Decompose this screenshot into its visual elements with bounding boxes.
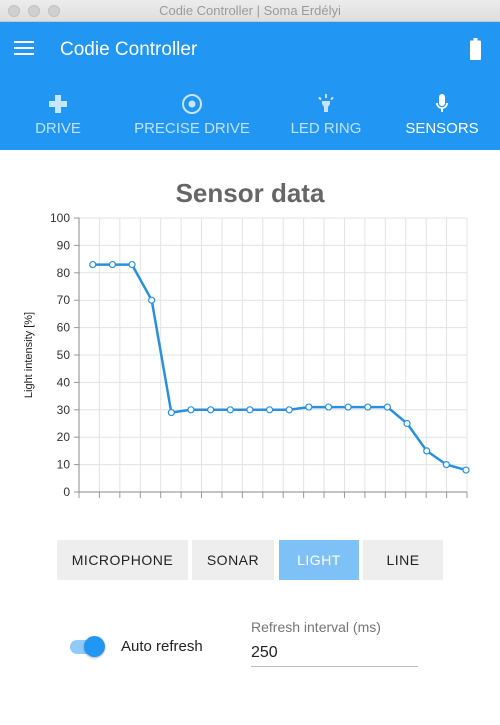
data-point <box>305 403 313 411</box>
sonar-button[interactable]: SONAR <box>192 540 274 580</box>
y-tick-label: 10 <box>57 458 71 472</box>
battery-full-icon <box>470 38 481 60</box>
data-point <box>148 296 156 304</box>
navigation-tabs: DRIVE PRECISE DRIVE LED RING SENSORS <box>0 86 500 150</box>
app-title: Codie Controller <box>60 39 198 60</box>
series-line <box>92 263 467 472</box>
data-point <box>108 260 116 269</box>
y-tick-label: 100 <box>50 211 70 225</box>
auto-refresh-toggle[interactable] <box>70 636 106 658</box>
tab-label: DRIVE <box>35 120 81 137</box>
y-tick-label: 80 <box>57 266 71 280</box>
data-point <box>89 260 97 269</box>
data-point <box>187 406 195 414</box>
app-bar: Codie Controller DRIVE PRECISE DRIVE LED… <box>0 22 500 150</box>
microphone-icon <box>436 94 448 112</box>
gamepad-icon <box>49 95 67 113</box>
microphone-button[interactable]: MICROPHONE <box>57 540 188 580</box>
y-tick-label: 20 <box>57 430 71 444</box>
y-tick-label: 0 <box>63 485 70 499</box>
window-title: Codie Controller | Soma Erdélyi <box>159 3 341 18</box>
data-point <box>167 408 175 417</box>
data-point <box>207 406 215 414</box>
data-point <box>344 403 352 411</box>
y-tick-label: 40 <box>57 375 71 389</box>
tab-label: SENSORS <box>405 120 479 137</box>
data-point <box>265 406 274 414</box>
tab-label: LED RING <box>290 120 362 137</box>
sensor-chart: Sensor data 0 10 20 30 40 50 60 70 80 90 100 Light … <box>0 170 500 510</box>
lightbulb-icon <box>318 94 334 112</box>
y-tick-label: 30 <box>57 403 71 417</box>
data-point <box>423 447 431 455</box>
light-button[interactable]: LIGHT <box>279 540 359 580</box>
refresh-interval-label: Refresh interval (ms) <box>251 619 381 635</box>
data-point <box>462 466 470 474</box>
data-point <box>383 403 392 411</box>
data-point <box>324 403 333 411</box>
y-tick-label: 60 <box>57 321 71 335</box>
y-axis-label: Light intensity [%] <box>23 312 35 398</box>
tab-led-ring[interactable]: LED RING <box>281 86 371 150</box>
data-point <box>246 406 254 414</box>
tab-precise-drive[interactable]: PRECISE DRIVE <box>127 86 257 150</box>
refresh-interval-input[interactable] <box>251 640 418 667</box>
tab-sensors[interactable]: SENSORS <box>398 86 486 150</box>
data-point <box>442 461 450 469</box>
line-button[interactable]: LINE <box>363 540 443 580</box>
data-point <box>364 403 372 411</box>
y-tick-label: 70 <box>57 293 71 307</box>
window-titlebar: Codie Controller | Soma Erdélyi <box>0 0 500 22</box>
toggle-thumb <box>84 636 105 657</box>
data-point <box>128 260 136 269</box>
auto-refresh-label: Auto refresh <box>121 638 203 655</box>
y-tick-label: 50 <box>57 348 71 362</box>
sensor-line-chart: 0 10 20 30 40 50 60 70 80 90 100 Light intensity [%… <box>23 211 470 499</box>
data-point <box>226 406 234 414</box>
hamburger-menu-icon[interactable] <box>14 40 34 58</box>
tab-drive[interactable]: DRIVE <box>17 86 99 150</box>
data-point <box>285 406 293 414</box>
y-tick-label: 90 <box>57 238 71 252</box>
target-icon <box>182 94 202 114</box>
data-point <box>403 419 411 428</box>
tab-label: PRECISE DRIVE <box>134 120 250 137</box>
